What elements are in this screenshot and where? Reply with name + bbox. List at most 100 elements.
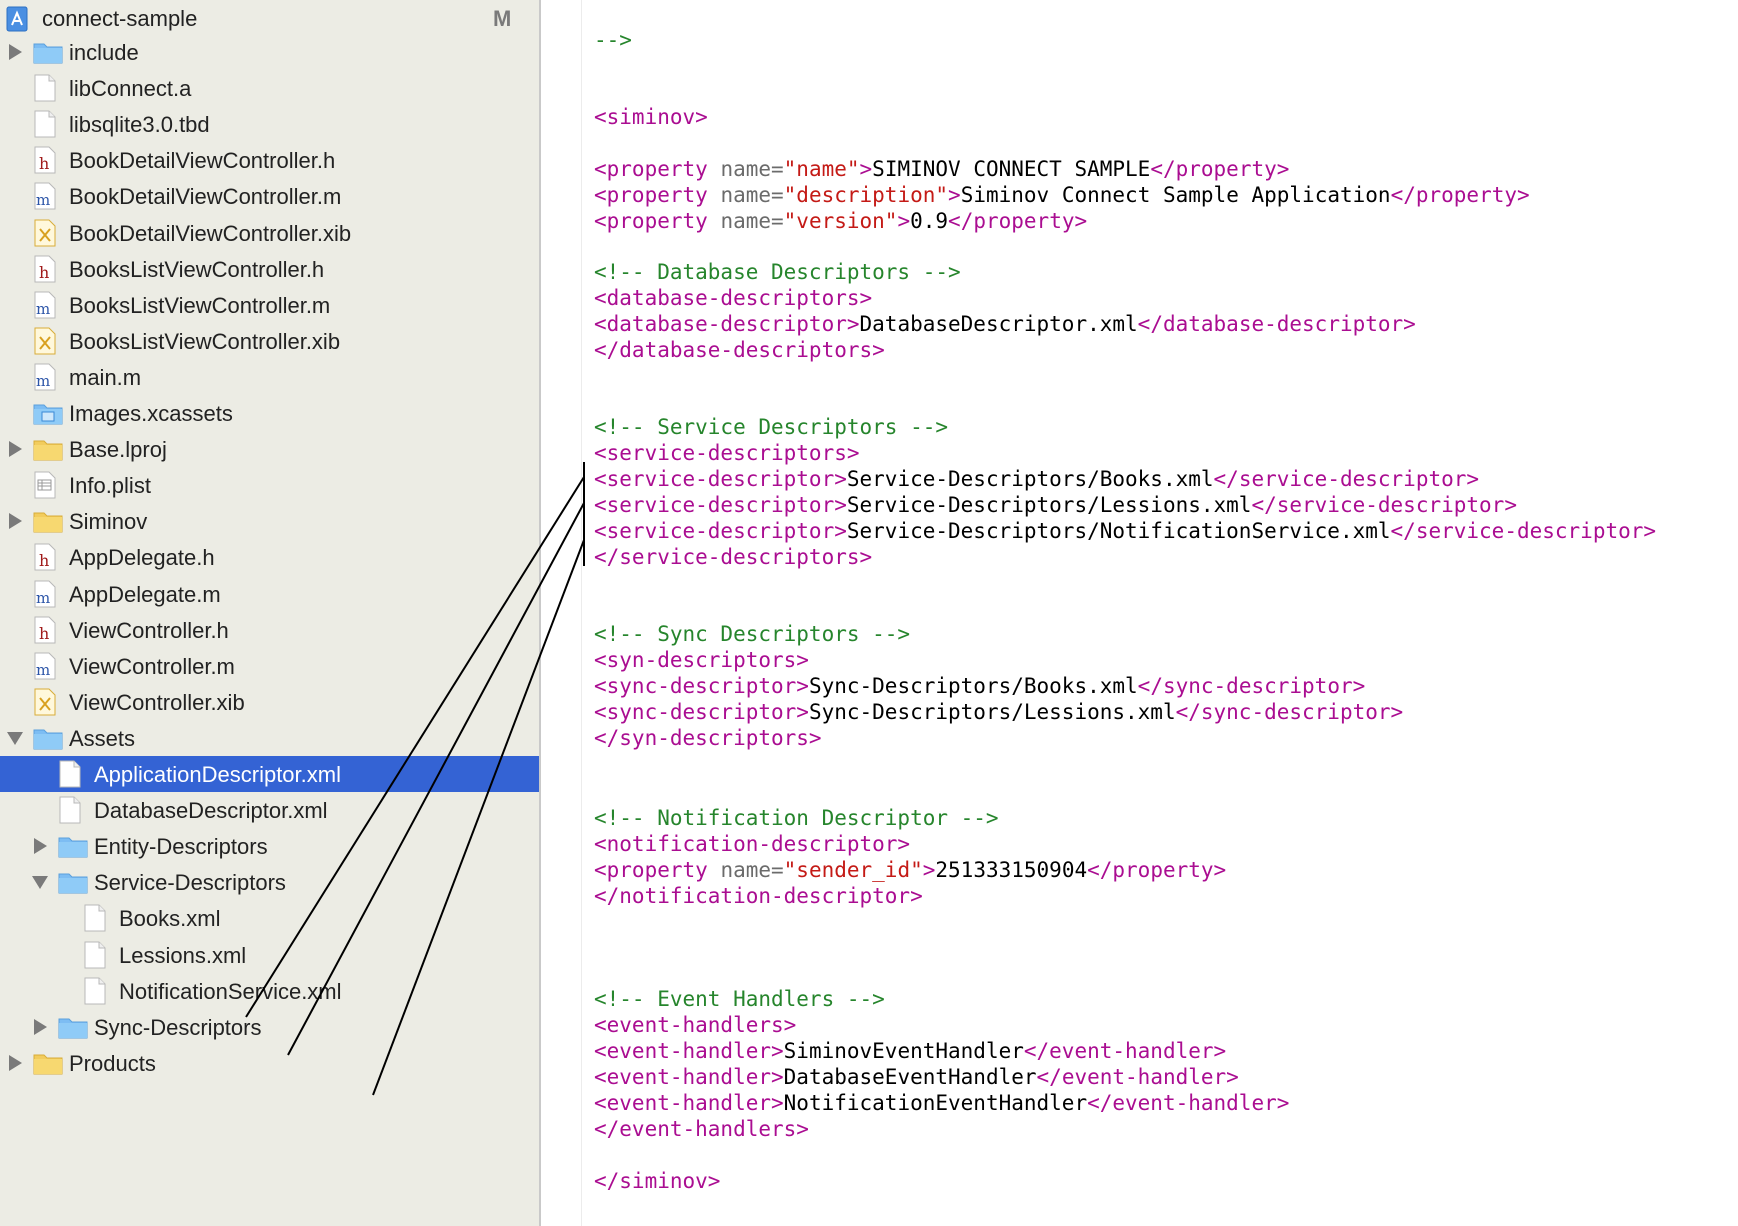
navigator-item-label: BooksListViewController.m xyxy=(69,293,331,318)
disclosure-expanded-icon[interactable] xyxy=(32,873,48,891)
code-token-tag: <database-descriptors> xyxy=(594,286,873,310)
navigator-row-service-descriptors[interactable]: Service-Descriptors xyxy=(0,864,539,900)
navigator-row-bookslistviewcontroller-xib[interactable]: BooksListViewController.xib xyxy=(0,323,539,359)
navigator-row-bookdetailviewcontroller-xib[interactable]: BookDetailViewController.xib xyxy=(0,215,539,251)
code-token-txt: Sync-Descriptors/Books.xml xyxy=(808,674,1138,698)
disclosure-collapsed-icon[interactable] xyxy=(7,43,23,61)
navigator-row-bookslistviewcontroller-m[interactable]: m BooksListViewController.m xyxy=(0,287,539,323)
code-token-tag: </syn-descriptors> xyxy=(594,726,822,750)
code-token-tag: <database-descriptor> xyxy=(594,312,860,336)
navigator-item-label: Base.lproj xyxy=(69,437,167,462)
navigator-item-label: ViewController.h xyxy=(69,618,229,643)
disclosure-collapsed-icon[interactable] xyxy=(7,512,23,530)
code-line: --> xyxy=(594,27,632,53)
disclosure-collapsed-icon[interactable] xyxy=(32,837,48,855)
code-token-tag: </service-descriptor> xyxy=(1390,519,1657,543)
disclosure-collapsed-icon[interactable] xyxy=(32,1018,48,1036)
code-line: </event-handlers> xyxy=(594,1116,809,1142)
code-token-tag: </property> xyxy=(1087,858,1227,882)
navigator-item-label: Siminov xyxy=(69,509,148,534)
code-token-txt: SIMINOV CONNECT SAMPLE xyxy=(872,157,1151,181)
file-icon xyxy=(58,760,82,793)
navigator-row-libconnect-a[interactable]: libConnect.a xyxy=(0,70,539,106)
navigator-item-label: ViewController.xib xyxy=(69,690,245,715)
navigator-row-appdelegate-h[interactable]: h AppDelegate.h xyxy=(0,539,539,575)
file-icon xyxy=(33,74,57,107)
disclosure-expanded-icon[interactable] xyxy=(7,729,23,747)
code-token-tag: </notification-descriptor> xyxy=(594,884,923,908)
code-line: <notification-descriptor> xyxy=(594,831,910,857)
navigator-item-label: ViewController.m xyxy=(69,654,235,679)
code-line: <!-- Event Handlers --> xyxy=(594,986,885,1012)
xib-file-icon xyxy=(33,327,57,360)
file-icon xyxy=(83,977,107,1010)
code-line: <event-handlers> xyxy=(594,1012,796,1038)
folder-icon xyxy=(58,870,88,899)
code-token-tag: <notification-descriptor> xyxy=(594,832,911,856)
navigator-row-info-plist[interactable]: Info.plist xyxy=(0,467,539,503)
navigator-row-bookslistviewcontroller-h[interactable]: h BooksListViewController.h xyxy=(0,251,539,287)
code-line: <database-descriptor>DatabaseDescriptor.… xyxy=(594,311,1416,337)
navigator-row-sync-descriptors[interactable]: Sync-Descriptors xyxy=(0,1009,539,1045)
navigator-row-books-xml[interactable]: Books.xml xyxy=(0,900,539,936)
code-token-tag: </event-handler> xyxy=(1023,1039,1227,1063)
scm-modified-badge: M xyxy=(493,6,512,31)
code-token-cmt: <!-- Notification Descriptor --> xyxy=(594,806,999,830)
xib-file-icon xyxy=(33,688,57,721)
code-token-tag: <event-handler> xyxy=(594,1091,784,1115)
code-line: </database-descriptors> xyxy=(594,337,885,363)
code-token-txt: SiminovEventHandler xyxy=(783,1039,1024,1063)
navigator-row-viewcontroller-m[interactable]: m ViewController.m xyxy=(0,648,539,684)
navigator-row-notificationservice-xml[interactable]: NotificationService.xml xyxy=(0,973,539,1009)
navigator-row-base-lproj[interactable]: Base.lproj xyxy=(0,431,539,467)
navigator-row-databasedescriptor-xml[interactable]: DatabaseDescriptor.xml xyxy=(0,792,539,828)
navigator-row-lessions-xml[interactable]: Lessions.xml xyxy=(0,937,539,973)
file-icon xyxy=(83,904,107,937)
code-token-tag: <property xyxy=(594,209,721,233)
code-line: <event-handler>DatabaseEventHandler</eve… xyxy=(594,1064,1239,1090)
header-file-icon: h xyxy=(33,255,57,288)
navigator-row-products[interactable]: Products xyxy=(0,1045,539,1081)
code-token-tag: <property xyxy=(594,157,721,181)
navigator-row-entity-descriptors[interactable]: Entity-Descriptors xyxy=(0,828,539,864)
navigator-item-label: main.m xyxy=(69,365,142,390)
code-token-cmt: --> xyxy=(594,28,632,52)
file-icon xyxy=(33,110,57,143)
navigator-row-siminov[interactable]: Siminov xyxy=(0,503,539,539)
code-token-tag: <event-handlers> xyxy=(594,1013,797,1037)
code-line: <siminov> xyxy=(594,104,708,130)
navigator-row-applicationdescriptor-xml[interactable]: ApplicationDescriptor.xml xyxy=(0,756,539,792)
code-token-txt: Service-Descriptors/NotificationService.… xyxy=(846,519,1391,543)
objc-file-icon: m xyxy=(33,182,57,215)
navigator-row-assets[interactable]: Assets xyxy=(0,720,539,756)
code-token-txt: DatabaseDescriptor.xml xyxy=(859,312,1138,336)
code-token-txt: NotificationEventHandler xyxy=(783,1091,1088,1115)
code-token-str: "name" xyxy=(783,157,860,181)
code-line: <sync-descriptor>Sync-Descriptors/Lessio… xyxy=(594,699,1403,725)
code-token-tag: </siminov> xyxy=(594,1169,721,1193)
code-token-tag: <siminov> xyxy=(594,105,708,129)
navigator-row-libsqlite3-0-tbd[interactable]: libsqlite3.0.tbd xyxy=(0,106,539,142)
navigator-item-label: NotificationService.xml xyxy=(119,979,342,1004)
code-line: <!-- Database Descriptors --> xyxy=(594,259,961,285)
navigator-row-viewcontroller-xib[interactable]: ViewController.xib xyxy=(0,684,539,720)
navigator-row-main-m[interactable]: m main.m xyxy=(0,359,539,395)
code-token-tag: </property> xyxy=(1390,183,1530,207)
code-token-tag: </database-descriptors> xyxy=(594,338,885,362)
disclosure-collapsed-icon[interactable] xyxy=(7,1054,23,1072)
code-token-tag: <property xyxy=(594,183,721,207)
navigator-row-viewcontroller-h[interactable]: h ViewController.h xyxy=(0,612,539,648)
xcode-project-icon xyxy=(6,6,28,37)
project-name: connect-sample xyxy=(42,6,198,31)
navigator-row-bookdetailviewcontroller-m[interactable]: m BookDetailViewController.m xyxy=(0,178,539,214)
code-token-attr: name= xyxy=(720,858,784,882)
code-token-attr: name= xyxy=(720,183,784,207)
yellow-folder-icon xyxy=(33,509,63,538)
code-line: <property name="version">0.9</property> xyxy=(594,208,1087,234)
navigator-row-appdelegate-m[interactable]: m AppDelegate.m xyxy=(0,576,539,612)
navigator-row-images-xcassets[interactable]: Images.xcassets xyxy=(0,395,539,431)
navigator-item-label: libsqlite3.0.tbd xyxy=(69,112,210,137)
disclosure-collapsed-icon[interactable] xyxy=(7,440,23,458)
navigator-row-bookdetailviewcontroller-h[interactable]: h BookDetailViewController.h xyxy=(0,142,539,178)
navigator-row-include[interactable]: include xyxy=(0,34,539,70)
